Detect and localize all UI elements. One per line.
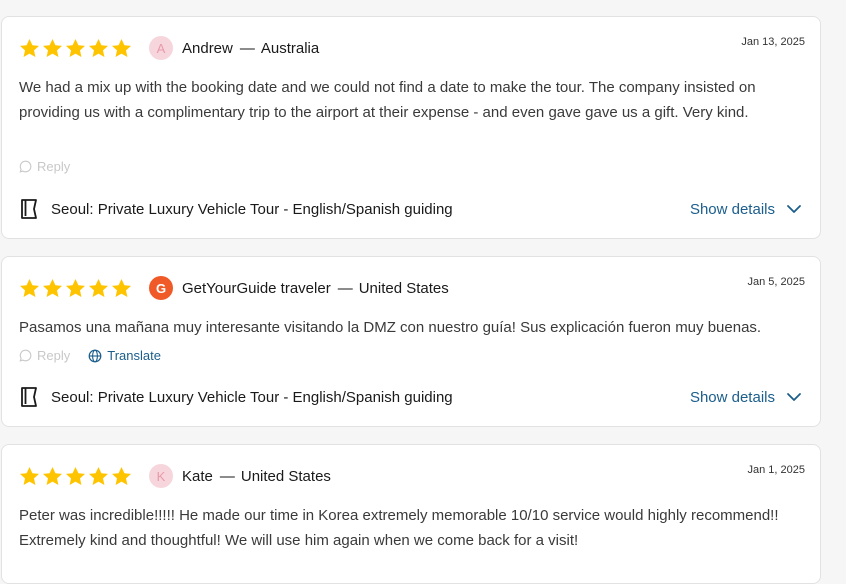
review-date: Jan 5, 2025 <box>747 276 806 288</box>
review-text: Pasamos una mañana muy interesante visit… <box>19 319 762 336</box>
separator: — <box>219 467 235 485</box>
star-icon <box>66 38 85 57</box>
reply-label: Reply <box>37 159 71 174</box>
reviewer-name: Kate <box>182 467 213 485</box>
reply-button[interactable]: Reply <box>19 159 70 174</box>
reply-label: Reply <box>37 348 71 363</box>
translate-button[interactable]: Translate <box>88 348 161 363</box>
show-details-label: Show details <box>689 388 775 406</box>
review-date: Jan 13, 2025 <box>741 36 805 48</box>
bookmark-icon <box>21 199 37 219</box>
activity-link[interactable]: Seoul: Private Luxury Vehicle Tour - Eng… <box>51 389 453 406</box>
separator: — <box>337 279 353 297</box>
star-icon <box>112 278 131 297</box>
star-icon <box>89 278 108 297</box>
review-card: K Kate — United States Jan 1, 2025 Peter… <box>1 444 821 584</box>
star-rating <box>19 278 132 299</box>
star-icon <box>66 466 85 485</box>
avatar: G <box>149 276 173 300</box>
star-icon <box>20 466 39 485</box>
review-text: We had a mix up with the booking date an… <box>19 79 756 121</box>
show-details-label: Show details <box>689 200 775 218</box>
reviewer-name: GetYourGuide traveler <box>182 279 331 297</box>
reply-button[interactable]: Reply <box>19 348 70 363</box>
star-icon <box>66 278 85 297</box>
reviewer-name: Andrew <box>182 39 233 57</box>
separator: — <box>239 39 255 57</box>
reviewer-country: Australia <box>260 39 320 57</box>
reviewer-country: United States <box>240 467 331 485</box>
translate-label: Translate <box>107 348 161 363</box>
star-icon <box>112 466 131 485</box>
comment-icon <box>19 349 32 362</box>
star-icon <box>20 278 39 297</box>
bookmark-icon <box>21 387 37 407</box>
show-details-button[interactable]: Show details <box>690 201 802 218</box>
star-icon <box>43 466 62 485</box>
star-rating <box>19 38 132 59</box>
activity-link[interactable]: Seoul: Private Luxury Vehicle Tour - Eng… <box>51 201 453 218</box>
review-card: A Andrew — Australia Jan 13, 2025 We had… <box>1 16 821 239</box>
review-card: G GetYourGuide traveler — United States … <box>1 256 821 427</box>
star-icon <box>89 38 108 57</box>
star-rating <box>19 466 132 487</box>
star-icon <box>89 466 108 485</box>
star-icon <box>43 38 62 57</box>
chevron-down-icon <box>787 393 801 401</box>
globe-icon <box>88 349 102 362</box>
star-icon <box>112 38 131 57</box>
avatar: A <box>149 36 173 60</box>
avatar: K <box>149 464 173 488</box>
star-icon <box>43 278 62 297</box>
review-text: Peter was incredible!!!!! He made our ti… <box>19 507 779 549</box>
show-details-button[interactable]: Show details <box>690 389 802 406</box>
chevron-down-icon <box>787 205 801 213</box>
reviewer-country: United States <box>358 279 449 297</box>
review-date: Jan 1, 2025 <box>747 464 806 476</box>
star-icon <box>20 38 39 57</box>
comment-icon <box>19 160 32 173</box>
